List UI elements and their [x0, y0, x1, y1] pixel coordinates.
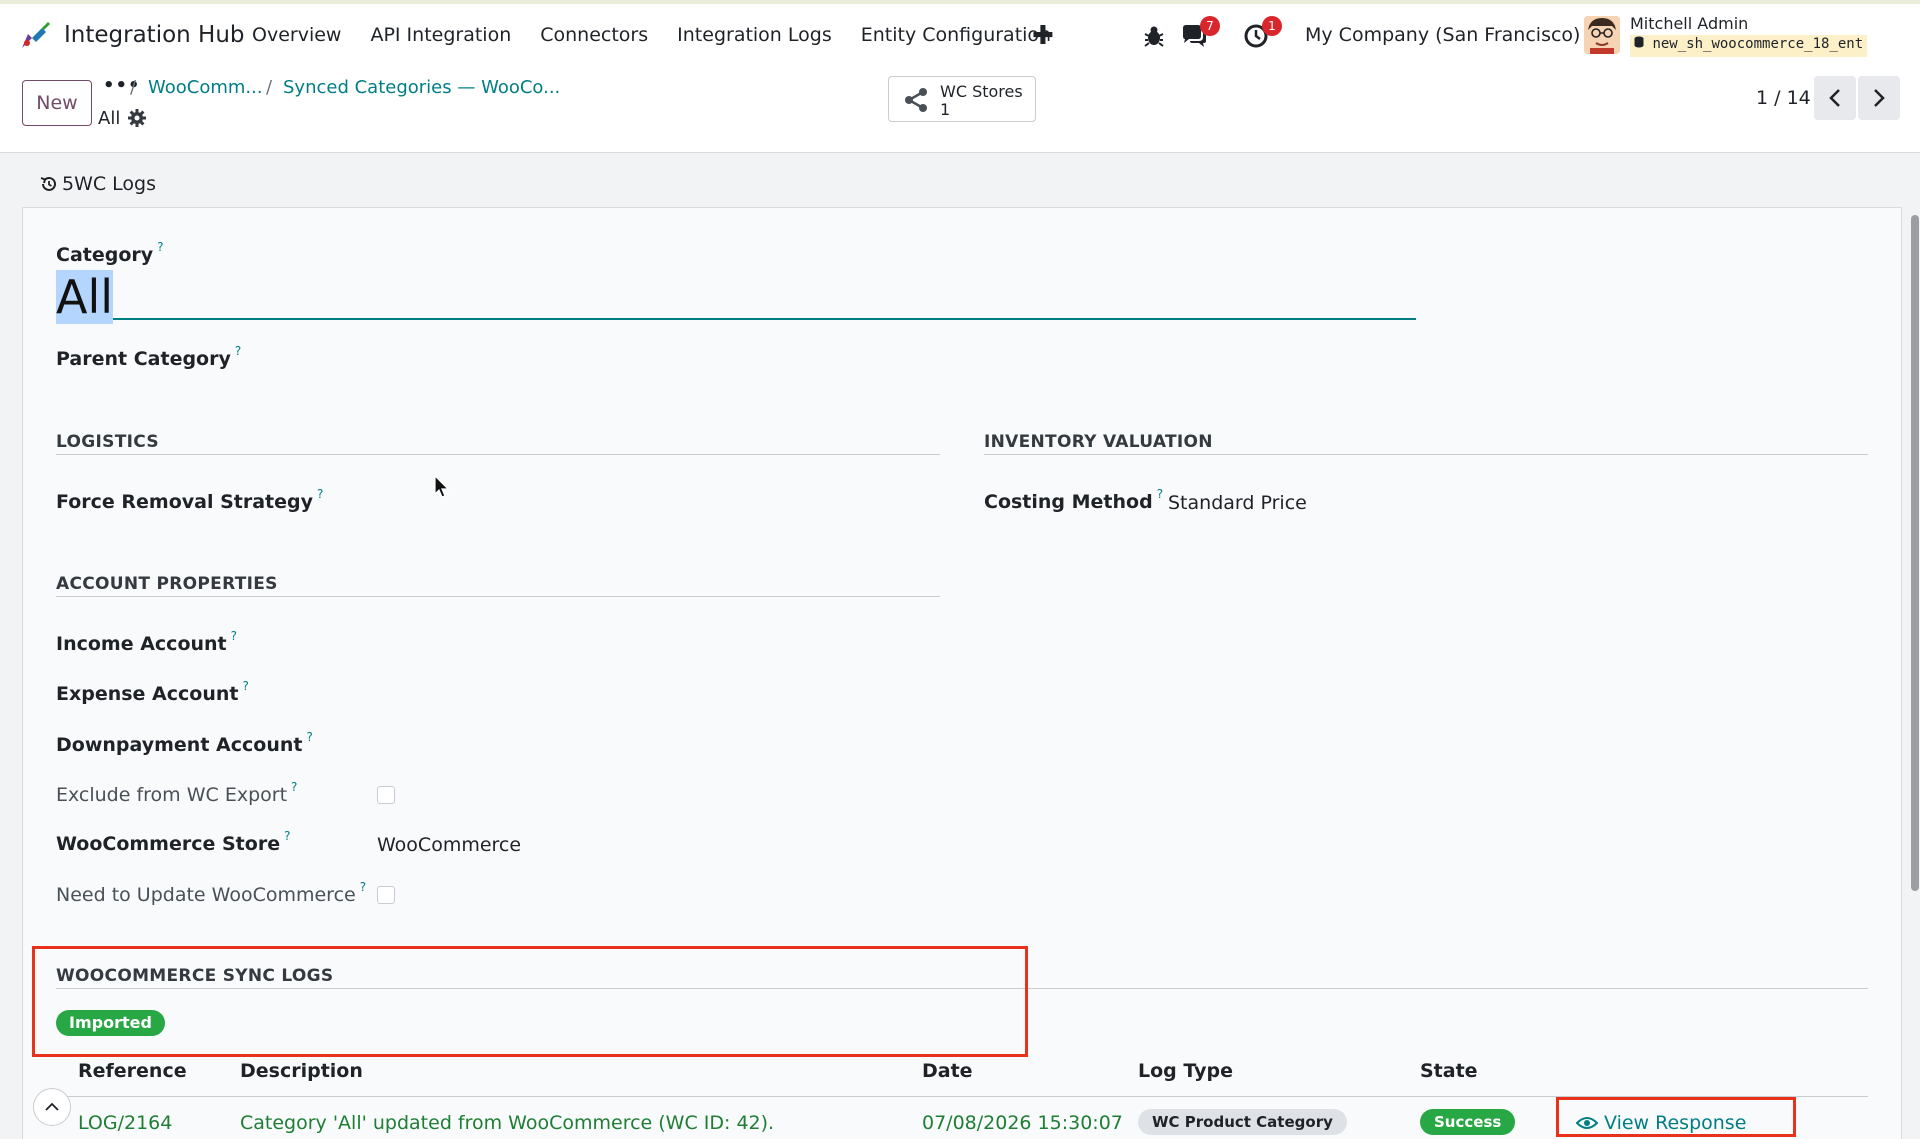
help-icon[interactable]: ? [242, 679, 248, 693]
need-update-label-text: Need to Update WooCommerce [56, 884, 356, 906]
wc-stores-count: 1 [940, 100, 951, 119]
category-name-input[interactable]: All [56, 270, 1416, 324]
help-icon[interactable]: ? [284, 829, 290, 843]
breadcrumb-separator: / [130, 77, 137, 98]
column-reference[interactable]: Reference [78, 1060, 187, 1082]
database-icon [1634, 36, 1644, 48]
pager-value[interactable]: 1 / 14 [1756, 87, 1811, 109]
company-switcher[interactable]: My Company (San Francisco) [1305, 24, 1580, 46]
log-state-badge: Success [1420, 1109, 1516, 1135]
help-icon[interactable]: ? [1157, 487, 1163, 501]
menu-entity-configuration[interactable]: Entity Configuration [861, 24, 1051, 46]
help-icon[interactable]: ? [157, 240, 163, 254]
plus-icon[interactable]: ✚ [1032, 21, 1054, 51]
messages-badge: 7 [1200, 16, 1220, 36]
history-icon [40, 176, 56, 191]
expense-account-label-text: Expense Account [56, 683, 239, 705]
income-account-label-text: Income Account [56, 633, 227, 655]
category-label-text: Category [56, 244, 154, 266]
breadcrumb-synced-categories[interactable]: Synced Categories — WooCo... [283, 77, 560, 98]
menu-overview[interactable]: Overview [252, 24, 341, 46]
costing-method-label-text: Costing Method [984, 491, 1153, 513]
scroll-to-top-button[interactable] [33, 1088, 71, 1126]
logistics-heading: LOGISTICS [56, 432, 159, 452]
expense-account-label: Expense Account? [56, 679, 249, 705]
mouse-cursor-icon [434, 474, 450, 498]
log-reference: LOG/2164 [78, 1112, 173, 1134]
breadcrumb-current: All [98, 108, 121, 129]
new-button[interactable]: New [22, 80, 92, 126]
highlight-box-sync-logs [32, 946, 1028, 1057]
income-account-label: Income Account? [56, 629, 237, 655]
user-name[interactable]: Mitchell Admin [1630, 14, 1748, 33]
bug-icon[interactable] [1140, 22, 1168, 50]
scrollbar-thumb[interactable] [1911, 215, 1919, 891]
exclude-wc-export-label-text: Exclude from WC Export [56, 784, 288, 806]
pager-previous-button[interactable] [1814, 76, 1856, 120]
woocommerce-store-value[interactable]: WooCommerce [377, 834, 521, 856]
exclude-wc-export-checkbox[interactable] [377, 786, 395, 804]
force-removal-label: Force Removal Strategy? [56, 487, 323, 513]
log-type-badge: WC Product Category [1138, 1109, 1347, 1135]
top-navbar: Integration Hub Overview API Integration… [0, 4, 1920, 65]
wc-logs-button[interactable]: 5WC Logs [40, 173, 156, 195]
account-properties-heading: ACCOUNT PROPERTIES [56, 574, 278, 594]
app-name[interactable]: Integration Hub [64, 22, 245, 48]
control-panel: New ••• / WooComm... / Synced Categories… [0, 65, 1920, 153]
help-icon[interactable]: ? [231, 629, 237, 643]
database-name-text: new_sh_woocommerce_18_ent [1652, 36, 1864, 52]
wc-logs-label: 5WC Logs [62, 173, 157, 195]
inventory-divider [984, 454, 1868, 455]
log-date: 07/08/2026 15:30:07 [922, 1112, 1123, 1134]
integration-hub-logo-icon[interactable] [18, 18, 52, 52]
chevron-right-icon [1874, 89, 1885, 107]
log-description: Category 'All' updated from WooCommerce … [240, 1112, 775, 1134]
parent-category-label: Parent Category? [56, 344, 241, 370]
breadcrumb-woocommerce[interactable]: WooComm... [148, 77, 263, 98]
column-date[interactable]: Date [922, 1060, 973, 1082]
category-name-value: All [56, 270, 114, 324]
help-icon[interactable]: ? [360, 880, 366, 894]
help-icon[interactable]: ? [306, 730, 312, 744]
chevron-left-icon [1829, 89, 1840, 107]
gear-icon[interactable] [127, 108, 147, 128]
menu-api-integration[interactable]: API Integration [370, 24, 511, 46]
column-log-type[interactable]: Log Type [1138, 1060, 1233, 1082]
costing-method-label: Costing Method? [984, 487, 1163, 513]
need-update-checkbox[interactable] [377, 886, 395, 904]
logistics-divider [56, 454, 940, 455]
costing-method-value[interactable]: Standard Price [1168, 492, 1307, 514]
column-state[interactable]: State [1420, 1060, 1478, 1082]
wc-stores-label: WC Stores [940, 82, 1023, 101]
share-icon [905, 88, 927, 112]
exclude-wc-export-label: Exclude from WC Export? [56, 780, 297, 806]
database-name: new_sh_woocommerce_18_ent [1630, 35, 1868, 57]
main-menu: Overview API Integration Connectors Inte… [252, 4, 1080, 65]
help-icon[interactable]: ? [291, 780, 297, 794]
highlight-box-view-response [1556, 1097, 1796, 1137]
category-label: Category? [56, 240, 164, 266]
menu-connectors[interactable]: Connectors [540, 24, 648, 46]
woocommerce-store-label: WooCommerce Store? [56, 829, 290, 855]
column-description[interactable]: Description [240, 1060, 363, 1082]
woocommerce-store-label-text: WooCommerce Store [56, 833, 281, 855]
user-avatar[interactable] [1584, 16, 1620, 54]
downpayment-account-label: Downpayment Account? [56, 730, 313, 756]
chevron-up-icon [45, 1102, 59, 1111]
parent-category-label-text: Parent Category [56, 348, 231, 370]
breadcrumb-separator: / [266, 77, 273, 98]
pager-next-button[interactable] [1858, 76, 1900, 120]
downpayment-account-label-text: Downpayment Account [56, 734, 303, 756]
force-removal-label-text: Force Removal Strategy [56, 491, 314, 513]
account-divider [56, 596, 940, 597]
help-icon[interactable]: ? [317, 487, 323, 501]
menu-integration-logs[interactable]: Integration Logs [677, 24, 832, 46]
activities-badge: 1 [1262, 16, 1282, 36]
help-icon[interactable]: ? [235, 344, 241, 358]
inventory-valuation-heading: INVENTORY VALUATION [984, 432, 1213, 452]
need-update-label: Need to Update WooCommerce? [56, 880, 366, 906]
wc-stores-smart-button[interactable]: WC Stores 1 [888, 76, 1036, 122]
